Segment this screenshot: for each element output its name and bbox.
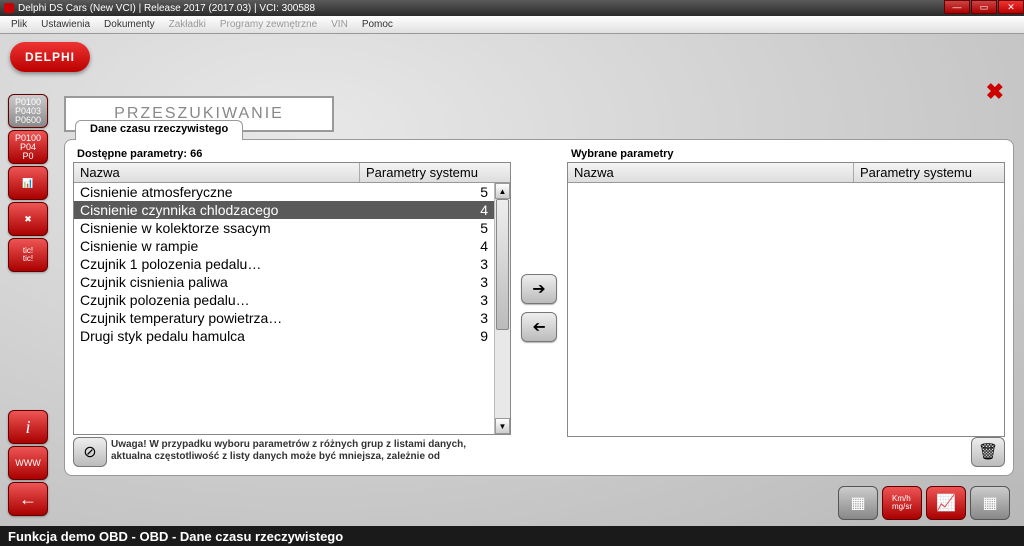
list-item[interactable]: Drugi styk pedalu hamulca9: [74, 327, 494, 345]
menu-ustawienia[interactable]: Ustawienia: [34, 19, 97, 30]
sidebar-tools-icon[interactable]: ✖: [8, 202, 48, 236]
list-item[interactable]: Czujnik cisnienia paliwa3: [74, 273, 494, 291]
list-item[interactable]: Cisnienie czynnika chlodzacego4: [74, 201, 494, 219]
scroll-down-icon[interactable]: ▼: [495, 418, 510, 434]
tool-units-icon[interactable]: Km/hmg/sr: [882, 486, 922, 520]
tab-realtime-data[interactable]: Dane czasu rzeczywistego: [75, 120, 243, 140]
app-icon: [4, 3, 14, 13]
list-item[interactable]: Cisnienie atmosferyczne5: [74, 183, 494, 201]
sidebar-bottom: i WWW ←: [8, 410, 48, 518]
main-panel: Dane czasu rzeczywistego Dostępne parame…: [64, 139, 1014, 476]
transfer-buttons: ➔ ➔: [519, 148, 559, 467]
warning-bar: Uwaga! W przypadku wyboru parametrów z r…: [73, 435, 511, 467]
list-item[interactable]: Czujnik polozenia pedalu…3: [74, 291, 494, 309]
warning-text: Uwaga! W przypadku wyboru parametrów z r…: [111, 439, 503, 463]
move-right-button[interactable]: ➔: [521, 274, 557, 304]
delete-selection-button[interactable]: 🗑: [971, 437, 1005, 467]
status-text: Funkcja demo OBD - OBD - Dane czasu rzec…: [8, 529, 343, 544]
tool-extra-icon[interactable]: ▦: [970, 486, 1010, 520]
bottom-toolbar: ▦ Km/hmg/sr 📈 ▦: [838, 486, 1010, 520]
menu-bar: PlikUstawieniaDokumentyZakładkiProgramy …: [0, 16, 1024, 34]
list-item[interactable]: Cisnienie w kolektorze ssacym5: [74, 219, 494, 237]
close-button[interactable]: [998, 0, 1024, 14]
scroll-thumb[interactable]: [496, 199, 509, 330]
available-rows: Cisnienie atmosferyczne5Cisnienie czynni…: [74, 183, 494, 434]
col-system-params[interactable]: Parametry systemu: [360, 163, 510, 182]
list-item[interactable]: Czujnik temperatury powietrza…3: [74, 309, 494, 327]
scrollbar[interactable]: ▲ ▼: [494, 183, 510, 434]
menu-vin[interactable]: VIN: [324, 19, 355, 30]
selected-params-list: Nazwa Parametry systemu: [567, 162, 1005, 437]
selected-rows: [568, 183, 1004, 436]
list-item[interactable]: Cisnienie w rampie4: [74, 237, 494, 255]
maximize-button[interactable]: [971, 0, 997, 14]
selected-params-title: Wybrane parametry: [567, 148, 1005, 160]
menu-plik[interactable]: Plik: [4, 19, 34, 30]
menu-programy zewnętrzne[interactable]: Programy zewnętrzne: [213, 19, 324, 30]
sidebar-top: P0100P0403P0600 P0100P04P0 📊 ✖ tic!tic!: [8, 94, 54, 274]
minimize-button[interactable]: [944, 0, 970, 14]
status-bar: Funkcja demo OBD - OBD - Dane czasu rzec…: [0, 526, 1024, 546]
window-titlebar: Delphi DS Cars (New VCI) | Release 2017 …: [0, 0, 1024, 16]
scroll-track[interactable]: [495, 199, 510, 418]
sidebar-tic-icon[interactable]: tic!tic!: [8, 238, 48, 272]
available-params-title: Dostępne parametry: 66: [73, 148, 511, 160]
list-header: Nazwa Parametry systemu: [74, 163, 510, 183]
cancel-selection-button[interactable]: ⊘: [73, 437, 107, 467]
tool-list-icon[interactable]: ▦: [838, 486, 878, 520]
menu-zakładki[interactable]: Zakładki: [162, 19, 213, 30]
main-chrome: DELPHI ✖ P0100P0403P0600 P0100P04P0 📊 ✖ …: [0, 34, 1024, 526]
available-params-column: Dostępne parametry: 66 Nazwa Parametry s…: [73, 148, 511, 467]
menu-pomoc[interactable]: Pomoc: [355, 19, 400, 30]
window-title: Delphi DS Cars (New VCI) | Release 2017 …: [18, 3, 315, 14]
menu-dokumenty[interactable]: Dokumenty: [97, 19, 162, 30]
sidebar-chart-icon[interactable]: 📊: [8, 166, 48, 200]
sidebar-info-icon[interactable]: i: [8, 410, 48, 444]
close-x-icon[interactable]: ✖: [986, 79, 1004, 105]
tool-graph-icon[interactable]: 📈: [926, 486, 966, 520]
list-header: Nazwa Parametry systemu: [568, 163, 1004, 183]
sidebar-www-icon[interactable]: WWW: [8, 446, 48, 480]
sidebar-dtc-codes-1[interactable]: P0100P0403P0600: [8, 94, 48, 128]
col-name[interactable]: Nazwa: [568, 163, 854, 182]
delphi-logo: DELPHI: [10, 42, 90, 72]
selected-params-column: Wybrane parametry Nazwa Parametry system…: [567, 148, 1005, 467]
col-name[interactable]: Nazwa: [74, 163, 360, 182]
col-system-params[interactable]: Parametry systemu: [854, 163, 1004, 182]
sidebar-dtc-codes-2[interactable]: P0100P04P0: [8, 130, 48, 164]
sidebar-back-icon[interactable]: ←: [8, 482, 48, 516]
list-item[interactable]: Czujnik 1 polozenia pedalu…3: [74, 255, 494, 273]
move-left-button[interactable]: ➔: [521, 312, 557, 342]
scroll-up-icon[interactable]: ▲: [495, 183, 510, 199]
available-params-list: Nazwa Parametry systemu Cisnienie atmosf…: [73, 162, 511, 435]
